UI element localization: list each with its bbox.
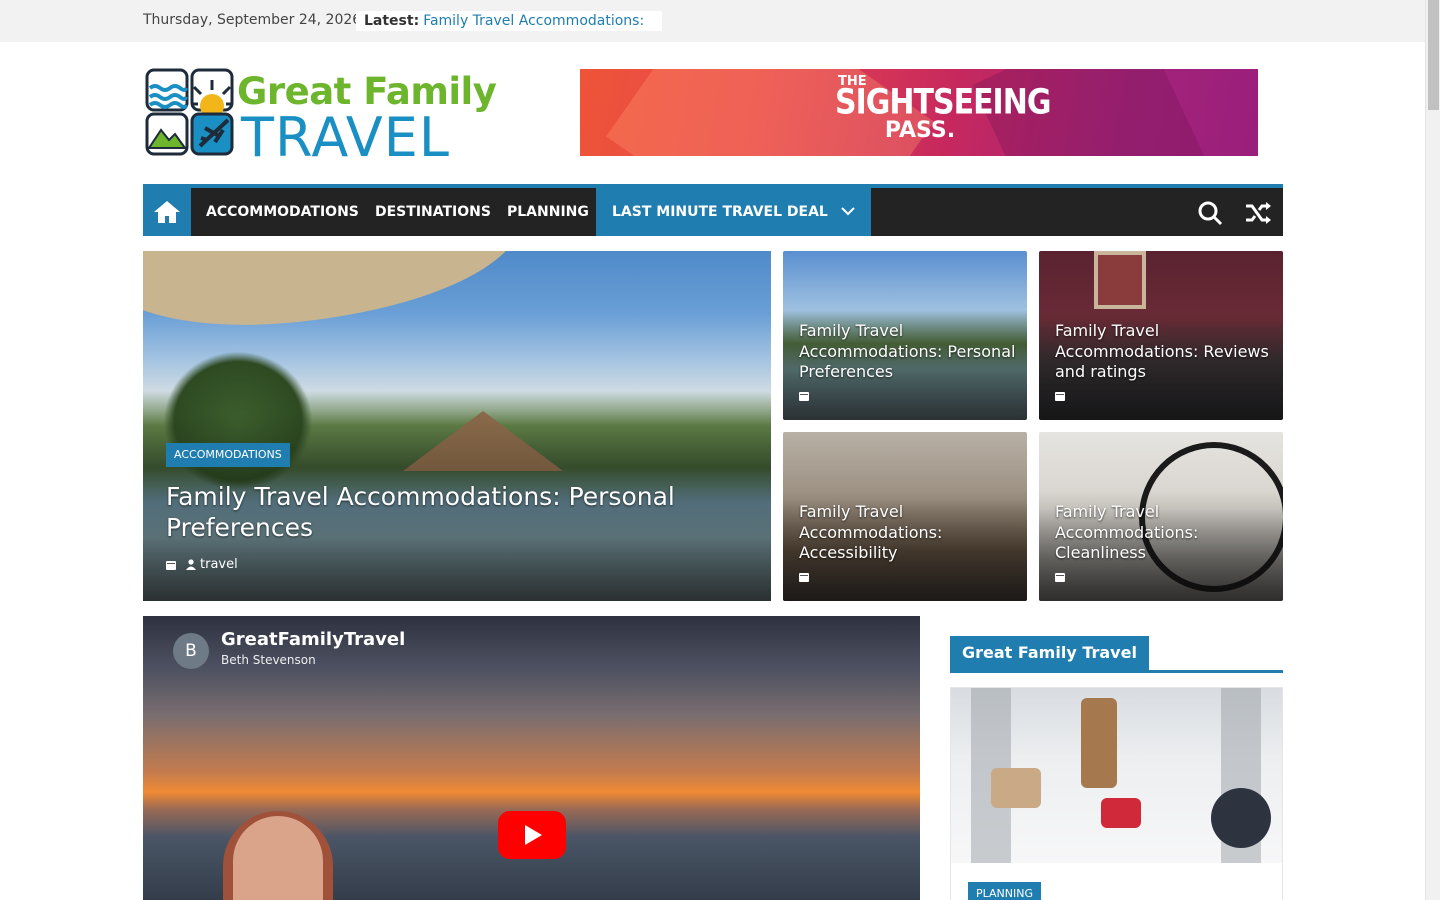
site-logo[interactable]: Great Family TRAVEL bbox=[145, 68, 497, 169]
video-thumbnail-person bbox=[233, 816, 323, 900]
user-icon bbox=[186, 559, 196, 570]
current-date: Thursday, September 24, 2026 bbox=[143, 12, 362, 28]
latest-ticker: Latest: Family Travel Accommodations: bbox=[356, 11, 662, 31]
featured-tile[interactable]: Family Travel Accommodations: Accessibil… bbox=[783, 432, 1027, 601]
featured-tile[interactable]: Family Travel Accommodations: Reviews an… bbox=[1039, 251, 1283, 420]
calendar-icon bbox=[799, 392, 809, 401]
image-figure bbox=[991, 768, 1041, 808]
calendar-icon bbox=[1055, 392, 1065, 401]
featured-tile-title[interactable]: Family Travel Accommodations: Personal P… bbox=[799, 321, 1019, 383]
image-figure bbox=[1101, 798, 1141, 828]
calendar-icon bbox=[799, 573, 809, 582]
banner-line3: PASS. bbox=[884, 118, 956, 143]
banner-brand: THE SIGHTSEEING PASS. bbox=[835, 75, 1051, 143]
page-scrollbar[interactable] bbox=[1425, 0, 1440, 900]
featured-image-umbrella bbox=[143, 251, 528, 336]
scrollbar-thumb[interactable] bbox=[1428, 0, 1439, 110]
image-figure bbox=[1081, 698, 1117, 788]
calendar-icon bbox=[1055, 573, 1065, 582]
featured-tile-title[interactable]: Family Travel Accommodations: Reviews an… bbox=[1055, 321, 1275, 383]
home-button[interactable] bbox=[143, 188, 191, 236]
main-navigation: ACCOMMODATIONS DESTINATIONS PLANNING LAS… bbox=[143, 184, 1283, 236]
featured-tile-title[interactable]: Family Travel Accommodations: Cleanlines… bbox=[1055, 502, 1275, 564]
calendar-icon bbox=[166, 560, 176, 570]
chevron-down-icon bbox=[840, 207, 855, 216]
nav-item-last-minute-travel-deal[interactable]: LAST MINUTE TRAVEL DEAL bbox=[596, 188, 871, 236]
sidebar-post-card[interactable]: PLANNING bbox=[950, 687, 1283, 900]
play-button-icon[interactable] bbox=[498, 811, 566, 859]
youtube-video-embed[interactable]: B GreatFamilyTravel Beth Stevenson bbox=[143, 616, 920, 900]
featured-tile[interactable]: Family Travel Accommodations: Personal P… bbox=[783, 251, 1027, 420]
post-meta: travel bbox=[166, 557, 238, 572]
featured-main-post[interactable]: ACCOMMODATIONS Family Travel Accommodati… bbox=[143, 251, 771, 601]
featured-tile[interactable]: Family Travel Accommodations: Cleanlines… bbox=[1039, 432, 1283, 601]
banner-line2: SIGHTSEEING bbox=[835, 82, 1051, 123]
logo-text-line2: TRAVEL bbox=[241, 106, 450, 169]
nav-item-label: LAST MINUTE TRAVEL DEAL bbox=[612, 204, 828, 220]
sightseeing-pass-banner[interactable]: THE SIGHTSEEING PASS. bbox=[580, 69, 1258, 156]
sidebar-post-image[interactable] bbox=[951, 688, 1282, 863]
featured-image-frame bbox=[1094, 251, 1146, 309]
sidebar-widget-title: Great Family Travel bbox=[950, 636, 1283, 673]
search-icon[interactable] bbox=[1197, 200, 1223, 226]
shuffle-icon[interactable] bbox=[1244, 200, 1272, 226]
widget-title-label: Great Family Travel bbox=[950, 636, 1149, 670]
featured-main-title[interactable]: Family Travel Accommodations: Personal P… bbox=[166, 481, 726, 543]
nav-item-planning[interactable]: PLANNING bbox=[507, 188, 589, 236]
image-figure bbox=[1211, 788, 1271, 848]
channel-avatar[interactable]: B bbox=[173, 633, 209, 669]
video-channel-name[interactable]: GreatFamilyTravel bbox=[221, 629, 405, 650]
post-author[interactable]: travel bbox=[186, 557, 238, 572]
logo-icon bbox=[145, 68, 234, 156]
latest-link[interactable]: Family Travel Accommodations: bbox=[423, 13, 644, 29]
nav-item-destinations[interactable]: DESTINATIONS bbox=[375, 188, 491, 236]
author-name: travel bbox=[200, 557, 238, 572]
nav-item-accommodations[interactable]: ACCOMMODATIONS bbox=[206, 188, 359, 236]
category-badge[interactable]: PLANNING bbox=[968, 882, 1041, 900]
latest-label: Latest: bbox=[364, 13, 420, 29]
featured-tile-title[interactable]: Family Travel Accommodations: Accessibil… bbox=[799, 502, 1019, 564]
video-subtitle: Beth Stevenson bbox=[221, 653, 316, 667]
top-bar: Thursday, September 24, 2026 Latest: Fami… bbox=[0, 0, 1425, 42]
category-badge[interactable]: ACCOMMODATIONS bbox=[166, 443, 290, 467]
home-icon bbox=[154, 201, 180, 223]
